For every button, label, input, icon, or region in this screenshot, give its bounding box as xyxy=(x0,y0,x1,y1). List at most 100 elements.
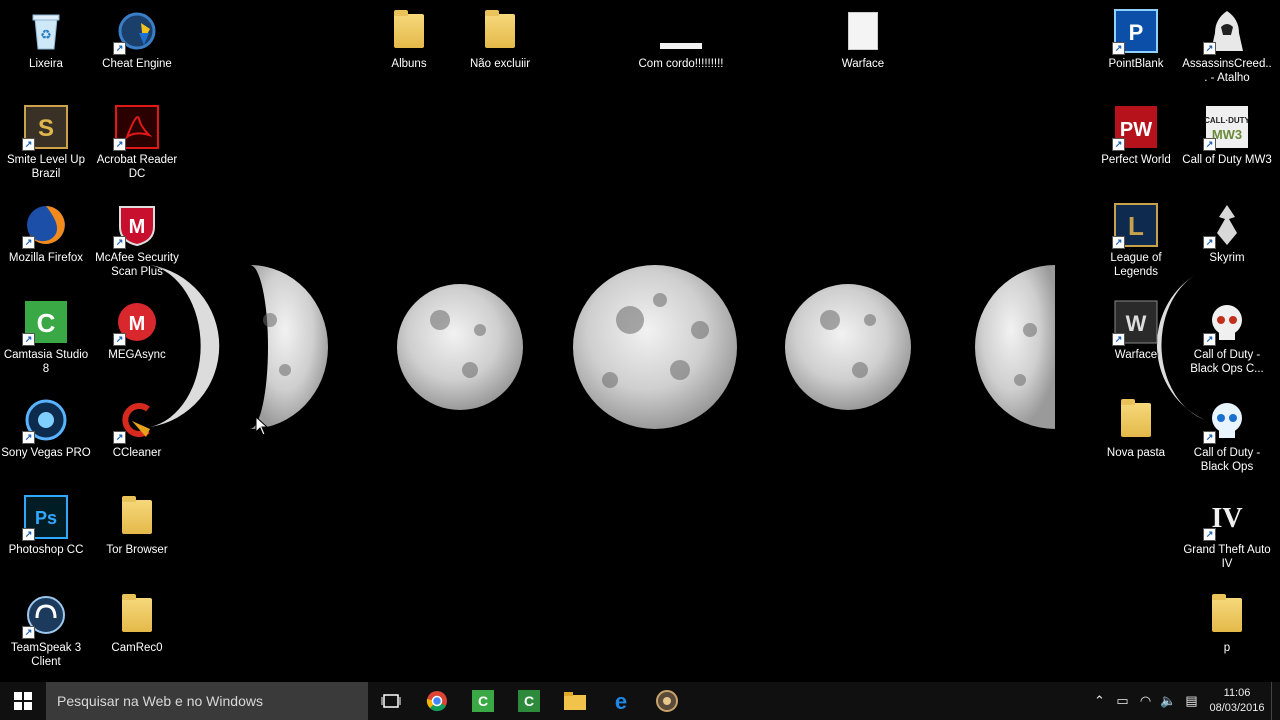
desktop-icon-gta-iv[interactable]: IV ↗ Grand Theft Auto IV xyxy=(1183,494,1271,571)
clock-date: 08/03/2016 xyxy=(1209,702,1265,714)
moon-phases-wallpaper xyxy=(150,265,1205,429)
icon-label: AssassinsCreed... - Atalho xyxy=(1182,58,1272,84)
assassins-creed-icon: ↗ xyxy=(1203,8,1250,55)
ccleaner-icon: ↗ xyxy=(113,397,160,444)
file-explorer-icon xyxy=(564,692,586,710)
icon-label: Photoshop CC xyxy=(8,544,84,556)
icon-label: Nova pasta xyxy=(1106,447,1166,459)
edge-icon: e xyxy=(615,690,627,712)
svg-text:M: M xyxy=(129,216,146,238)
desktop-icon-p[interactable]: p xyxy=(1183,592,1271,655)
desktop-icon-lol[interactable]: L ↗ League of Legends xyxy=(1092,202,1180,279)
desktop-icon-assassins-creed[interactable]: ↗ AssassinsCreed... - Atalho xyxy=(1182,8,1272,85)
folder-icon xyxy=(114,592,160,638)
svg-text:C: C xyxy=(478,693,488,709)
desktop-icon-smite[interactable]: S ↗ Smite Level Up Brazil xyxy=(2,104,90,181)
warface-icon: W ↗ xyxy=(1112,299,1159,346)
desktop-icon-perfect-world[interactable]: PW ↗ Perfect World xyxy=(1092,104,1180,167)
desktop-icon-albuns[interactable]: Albuns xyxy=(365,8,453,71)
taskbar-camtasia-recorder[interactable]: C xyxy=(506,682,552,720)
icon-label: League of Legends xyxy=(1110,252,1162,278)
desktop-icon-cheat-engine[interactable]: ↗ Cheat Engine xyxy=(93,8,181,71)
desktop-icon-nova-pasta[interactable]: Nova pasta xyxy=(1092,397,1180,460)
league-of-legends-icon: L ↗ xyxy=(1112,202,1159,249)
task-view-button[interactable] xyxy=(368,682,414,720)
desktop-icon-com-cordo[interactable]: Com cordo!!!!!!!!! xyxy=(637,8,725,71)
desktop-icon-camtasia[interactable]: C ↗ Camtasia Studio 8 xyxy=(2,299,90,376)
smite-icon: S ↗ xyxy=(22,104,69,151)
desktop-icon-tor-browser[interactable]: Tor Browser xyxy=(93,494,181,557)
taskbar-edge[interactable]: e xyxy=(598,682,644,720)
cod-mw3-icon: CALL·DUTY MW3 ↗ xyxy=(1203,104,1250,151)
icon-label: Camtasia Studio 8 xyxy=(3,349,89,375)
icon-label: Perfect World xyxy=(1101,154,1171,166)
icon-label: Warface xyxy=(841,58,885,70)
desktop-icon-camrec[interactable]: CamRec0 xyxy=(93,592,181,655)
show-desktop-button[interactable] xyxy=(1271,682,1280,720)
svg-text:W: W xyxy=(1126,311,1147,336)
teamspeak-icon: ↗ xyxy=(22,592,69,639)
icon-label: Call of Duty MW3 xyxy=(1182,154,1272,166)
desktop-icon-megasync[interactable]: M ↗ MEGAsync xyxy=(93,299,181,362)
desktop-icon-cod-black-ops-c[interactable]: ↗ Call of Duty - Black Ops C... xyxy=(1183,299,1271,376)
desktop-icon-skyrim[interactable]: ↗ Skyrim xyxy=(1183,202,1271,265)
icon-label: TeamSpeak 3 Client xyxy=(10,642,82,668)
desktop-icon-ccleaner[interactable]: ↗ CCleaner xyxy=(93,397,181,460)
svg-text:IV: IV xyxy=(1211,503,1242,534)
svg-text:C: C xyxy=(37,308,56,338)
icon-label: Cheat Engine xyxy=(102,58,172,70)
icon-label: Acrobat Reader DC xyxy=(96,154,178,180)
perfect-world-icon: PW ↗ xyxy=(1112,104,1159,151)
taskbar-media-app[interactable] xyxy=(644,682,690,720)
camtasia-recorder-icon: C xyxy=(518,690,540,712)
wifi-icon[interactable]: ◠ xyxy=(1134,693,1157,709)
desktop-icon-warface-doc[interactable]: Warface xyxy=(819,8,907,71)
folder-icon xyxy=(477,8,523,54)
svg-text:CALL·DUTY: CALL·DUTY xyxy=(1205,116,1249,125)
desktop-icon-pointblank[interactable]: P ↗ PointBlank xyxy=(1092,8,1180,71)
chrome-icon xyxy=(426,691,447,712)
skyrim-icon: ↗ xyxy=(1203,202,1250,249)
moon-half-left xyxy=(250,265,328,429)
icon-label: p xyxy=(1223,642,1231,654)
battery-icon[interactable]: ▭ xyxy=(1111,693,1134,709)
volume-icon[interactable]: 🔈 xyxy=(1157,693,1180,709)
svg-text:C: C xyxy=(524,693,534,709)
search-placeholder: Pesquisar na Web e no Windows xyxy=(57,693,263,709)
taskbar-file-explorer[interactable] xyxy=(552,682,598,720)
desktop-icon-firefox[interactable]: ↗ Mozilla Firefox xyxy=(2,202,90,265)
icon-label: Smite Level Up Brazil xyxy=(7,154,85,180)
svg-text:L: L xyxy=(1128,211,1144,241)
clock[interactable]: 11:06 08/03/2016 xyxy=(1207,686,1267,716)
moon-full xyxy=(573,265,737,429)
desktop-icon-warface[interactable]: W ↗ Warface xyxy=(1092,299,1180,362)
chevron-up-icon[interactable]: ⌃ xyxy=(1088,693,1111,709)
mouse-cursor-icon xyxy=(255,416,269,436)
desktop-icon-cod-black-ops[interactable]: ↗ Call of Duty - Black Ops xyxy=(1183,397,1271,474)
svg-text:P: P xyxy=(1129,20,1144,45)
desktop-icon-teamspeak[interactable]: ↗ TeamSpeak 3 Client xyxy=(2,592,90,669)
camtasia-icon: C ↗ xyxy=(22,299,69,346)
taskbar-camtasia[interactable]: C xyxy=(460,682,506,720)
desktop-icon-mcafee[interactable]: M ↗ McAfee Security Scan Plus xyxy=(93,202,181,279)
desktop-icon-lixeira[interactable]: ♻ Lixeira xyxy=(2,8,90,71)
icon-label: MEGAsync xyxy=(108,349,166,361)
icon-label: Skyrim xyxy=(1209,252,1245,264)
search-box[interactable]: Pesquisar na Web e no Windows xyxy=(46,682,368,720)
desktop-icon-sony-vegas[interactable]: ↗ Sony Vegas PRO xyxy=(1,397,91,460)
camtasia-icon: C xyxy=(472,690,494,712)
start-button[interactable] xyxy=(0,682,46,720)
media-app-icon xyxy=(656,690,678,712)
acrobat-icon: ↗ xyxy=(113,104,160,151)
desktop-icon-nao-excluir[interactable]: Não excluiir xyxy=(456,8,544,71)
icon-label: Grand Theft Auto IV xyxy=(1183,544,1271,570)
desktop-icon-photoshop[interactable]: Ps ↗ Photoshop CC xyxy=(2,494,90,557)
notifications-icon[interactable]: ▤ xyxy=(1180,693,1203,709)
task-view-icon xyxy=(381,694,401,708)
desktop-icon-cod-mw3[interactable]: CALL·DUTY MW3 ↗ Call of Duty MW3 xyxy=(1182,104,1272,167)
folder-icon xyxy=(1204,592,1250,638)
photoshop-icon: Ps ↗ xyxy=(22,494,69,541)
desktop-icon-acrobat[interactable]: ↗ Acrobat Reader DC xyxy=(93,104,181,181)
svg-text:MW3: MW3 xyxy=(1212,127,1242,142)
taskbar-chrome[interactable] xyxy=(414,682,460,720)
